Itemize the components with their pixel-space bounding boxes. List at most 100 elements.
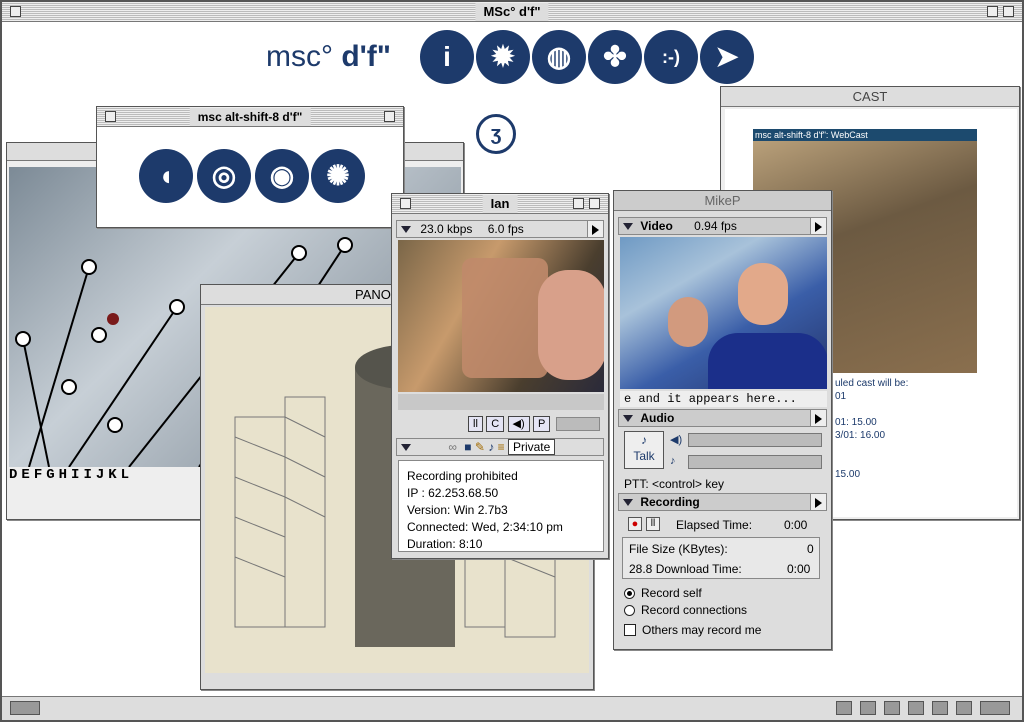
p-button[interactable]: P [533, 416, 551, 432]
timeline-letter[interactable]: H [59, 467, 71, 483]
lock-icon[interactable] [10, 701, 40, 715]
record-self-option[interactable]: Record self [624, 586, 702, 600]
download-value: 0:00 [787, 562, 811, 576]
timeline-letter[interactable]: L [121, 467, 133, 483]
alt-shift-title: msc alt-shift-8 d'f" [189, 108, 311, 126]
camera-icon[interactable]: ■ [464, 440, 471, 454]
record-button[interactable]: ● [628, 517, 642, 531]
mikep-title: MikeP [696, 192, 749, 210]
status-icon-7[interactable] [980, 701, 1010, 715]
cast-title: CAST [844, 88, 896, 106]
radio-button-selected[interactable] [624, 588, 635, 599]
pause-button[interactable]: ll [468, 416, 483, 432]
ian-title-bar[interactable]: Ian [392, 194, 608, 214]
timeline-letter[interactable]: F [34, 467, 46, 483]
puzzle-icon[interactable]: ✤ [588, 30, 642, 84]
tape-icon[interactable]: ∞ [448, 440, 457, 454]
timeline-letter[interactable]: I [83, 467, 95, 483]
disclosure-triangle-icon[interactable] [623, 415, 633, 423]
info-icon[interactable]: i [420, 30, 474, 84]
timeline-letter[interactable]: E [21, 467, 33, 483]
ian-title: Ian [482, 195, 518, 213]
timeline-letter[interactable]: D [9, 467, 21, 483]
webcast-label: msc alt-shift-8 d'f": WebCast [753, 129, 977, 141]
status-icon-2[interactable] [860, 701, 876, 715]
others-may-record-label: Others may record me [642, 623, 762, 637]
schedule-line: uled cast will be: [835, 378, 909, 389]
recording-stats-panel: File Size (KBytes): 0 28.8 Download Time… [622, 537, 820, 579]
c-button[interactable]: C [486, 416, 505, 432]
cast-title-bar[interactable]: CAST [721, 87, 1019, 107]
status-icon-1[interactable] [836, 701, 852, 715]
smiley-icon[interactable]: :-) [644, 30, 698, 84]
broadcast-icon[interactable]: ◉ [255, 149, 309, 203]
microphone-icon[interactable]: ♪ [670, 455, 676, 467]
speaker-icon[interactable]: ◀) [670, 433, 682, 446]
schedule-line: 15.00 [835, 469, 861, 480]
sunburst-icon[interactable]: ✺ [311, 149, 365, 203]
pencil-icon[interactable]: ✎ [475, 440, 485, 454]
arrow-right-icon[interactable] [810, 494, 826, 510]
close-box[interactable] [400, 198, 411, 209]
collapse-box[interactable] [1003, 6, 1014, 17]
ian-video[interactable] [398, 240, 604, 392]
main-window-title: MSc° d'f" [475, 3, 549, 21]
microphone-icon[interactable]: ♪ [488, 440, 494, 454]
mikep-title-bar[interactable]: MikeP [614, 191, 831, 211]
arrow-cursor-icon[interactable]: ➤ [700, 30, 754, 84]
arrow-right-icon[interactable] [810, 410, 826, 426]
zoom-box[interactable] [987, 6, 998, 17]
record-connections-option[interactable]: Record connections [624, 603, 747, 617]
arrow-right-icon[interactable] [587, 221, 603, 237]
input-level-meter[interactable] [688, 455, 822, 469]
timeline-letter[interactable]: J [96, 467, 108, 483]
pause-button[interactable]: ll [646, 517, 660, 531]
status-icon-4[interactable] [908, 701, 924, 715]
recording-section-bar[interactable]: Recording [618, 493, 827, 511]
ian-tools-bar: ∞ ■ ✎ ♪ ≡ Private [396, 438, 604, 456]
download-label: 28.8 Download Time: [629, 562, 742, 576]
globe-icon[interactable]: ◍ [532, 30, 586, 84]
status-icon-5[interactable] [932, 701, 948, 715]
client-version: Version: Win 2.7b3 [407, 503, 508, 517]
collapse-box[interactable] [384, 111, 395, 122]
timeline-letter[interactable]: K [108, 467, 120, 483]
timeline-letter[interactable]: G [46, 467, 58, 483]
timeline-letters: DEFGHIIJKL [9, 467, 209, 483]
ian-video-bar[interactable]: 23.0 kbps 6.0 fps [396, 220, 604, 238]
mikep-video[interactable] [620, 237, 827, 389]
schedule-spacer [835, 442, 908, 468]
checkbox[interactable] [624, 624, 636, 636]
alt-shift-title-bar[interactable]: msc alt-shift-8 d'f" [97, 107, 403, 127]
collapse-box[interactable] [589, 198, 600, 209]
schedule-spacer [835, 403, 908, 416]
note-icon[interactable]: ≡ [498, 440, 505, 454]
target-icon[interactable]: ◎ [197, 149, 251, 203]
gears-icon[interactable]: ✹ [476, 30, 530, 84]
radio-button[interactable] [624, 605, 635, 616]
close-box[interactable] [105, 111, 116, 122]
chat-line[interactable]: e and it appears here... [620, 391, 827, 407]
arrow-right-icon[interactable] [810, 218, 826, 234]
speaker-button[interactable]: ◀) [507, 416, 530, 432]
disclosure-triangle-icon[interactable] [401, 444, 411, 452]
disclosure-triangle-icon[interactable] [623, 499, 633, 507]
status-icon-6[interactable] [956, 701, 972, 715]
connected-time: Connected: Wed, 2:34:10 pm [407, 520, 563, 534]
private-button[interactable]: Private [507, 439, 556, 455]
audio-section-bar[interactable]: Audio [618, 409, 827, 427]
main-title-bar[interactable]: MSc° d'f" [2, 2, 1022, 22]
status-icon-3[interactable] [884, 701, 900, 715]
timeline-letter[interactable]: I [71, 467, 83, 483]
others-may-record-checkbox[interactable]: Others may record me [624, 623, 761, 637]
disclosure-triangle-icon[interactable] [401, 226, 411, 234]
pacman-icon[interactable]: ◖ [139, 149, 193, 203]
close-box[interactable] [10, 6, 21, 17]
video-section-bar[interactable]: Video 0.94 fps [618, 217, 827, 235]
disclosure-triangle-icon[interactable] [623, 223, 633, 231]
talk-button[interactable]: ♪ Talk [624, 431, 664, 469]
zoom-box[interactable] [573, 198, 584, 209]
alt-shift-content: ◖ ◎ ◉ ✺ [97, 127, 403, 227]
output-level-meter[interactable] [688, 433, 822, 447]
ear-icon[interactable]: ʒ [476, 114, 516, 154]
